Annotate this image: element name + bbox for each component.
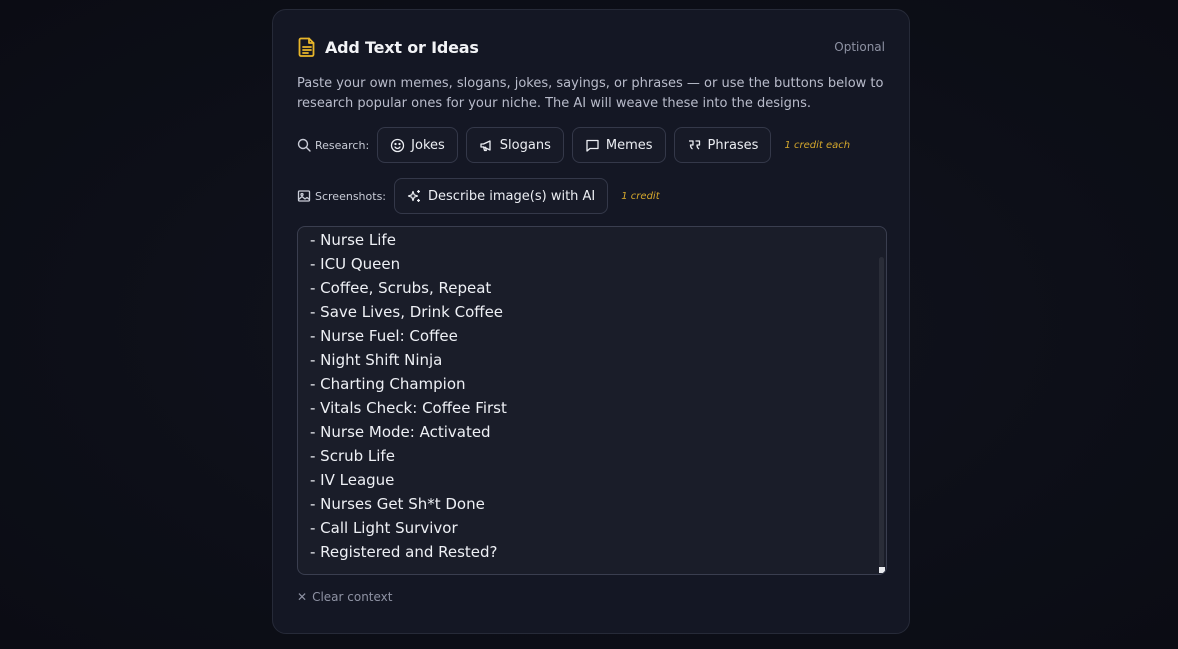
jokes-button[interactable]: Jokes	[377, 127, 458, 163]
screenshots-row: Screenshots: Describe image(s) with AI 1…	[297, 177, 660, 215]
screenshots-label-text: Screenshots:	[315, 189, 387, 203]
screenshots-label: Screenshots:	[297, 189, 386, 203]
document-icon	[297, 36, 317, 58]
ideas-textarea[interactable]: - Nurse Life - ICU Queen - Coffee, Scrubs,…	[297, 226, 887, 575]
idea-line: - Registered and Rested?	[310, 543, 498, 561]
smile-icon	[390, 138, 405, 153]
card-title: Add Text or Ideas	[325, 37, 479, 57]
page: Add Text or Ideas Optional Paste your ow…	[0, 0, 1178, 649]
textarea-scrollbar[interactable]	[879, 257, 884, 567]
clear-context-button[interactable]: ✕ Clear context	[297, 590, 393, 604]
idea-line: - Nurse Life	[310, 231, 396, 249]
close-icon: ✕	[297, 590, 308, 604]
research-label: Research:	[297, 138, 369, 152]
idea-line: - Scrub Life	[310, 447, 395, 465]
image-icon	[297, 189, 311, 203]
research-label-text: Research:	[315, 138, 370, 152]
memes-button[interactable]: Memes	[571, 127, 666, 163]
idea-line: - ICU Queen	[310, 255, 401, 273]
screenshots-credit-note: 1 credit	[621, 190, 660, 202]
sparkles-icon	[407, 189, 422, 204]
search-icon	[297, 138, 311, 152]
research-credit-note: 1 credit each	[784, 139, 851, 151]
card-header: Add Text or Ideas Optional	[297, 34, 885, 60]
slogans-button[interactable]: Slogans	[465, 127, 564, 163]
idea-line: - Charting Champion	[310, 375, 466, 393]
idea-line: - Nurse Mode: Activated	[310, 423, 491, 441]
research-row: Research: Jokes Slogans Memes Phrases 1 …	[297, 126, 850, 164]
idea-line: - Coffee, Scrubs, Repeat	[310, 279, 492, 297]
jokes-button-label: Jokes	[411, 137, 445, 153]
idea-line: - Night Shift Ninja	[310, 351, 443, 369]
describe-images-button[interactable]: Describe image(s) with AI	[394, 178, 609, 214]
idea-line: - Nurse Fuel: Coffee	[310, 327, 458, 345]
optional-label: Optional	[834, 40, 885, 54]
idea-line: - Nurses Get Sh*t Done	[310, 495, 485, 513]
add-text-card: Add Text or Ideas Optional Paste your ow…	[272, 9, 910, 634]
quote-icon	[687, 138, 702, 153]
describe-images-button-label: Describe image(s) with AI	[428, 188, 596, 204]
megaphone-icon	[479, 138, 494, 153]
phrases-button-label: Phrases	[707, 137, 759, 153]
memes-button-label: Memes	[605, 137, 653, 153]
idea-line: - Save Lives, Drink Coffee	[310, 303, 504, 321]
idea-line: - Vitals Check: Coffee First	[310, 399, 507, 417]
idea-line: - IV League	[310, 471, 395, 489]
resize-handle[interactable]	[879, 567, 885, 573]
phrases-button[interactable]: Phrases	[673, 127, 772, 163]
slogans-button-label: Slogans	[499, 137, 551, 153]
idea-line: - Call Light Survivor	[310, 519, 458, 537]
message-icon	[585, 138, 600, 153]
clear-context-label: Clear context	[312, 590, 393, 604]
card-description: Paste your own memes, slogans, jokes, sa…	[297, 76, 884, 111]
ideas-textarea-content: - Nurse Life - ICU Queen - Coffee, Scrubs,…	[310, 228, 507, 564]
